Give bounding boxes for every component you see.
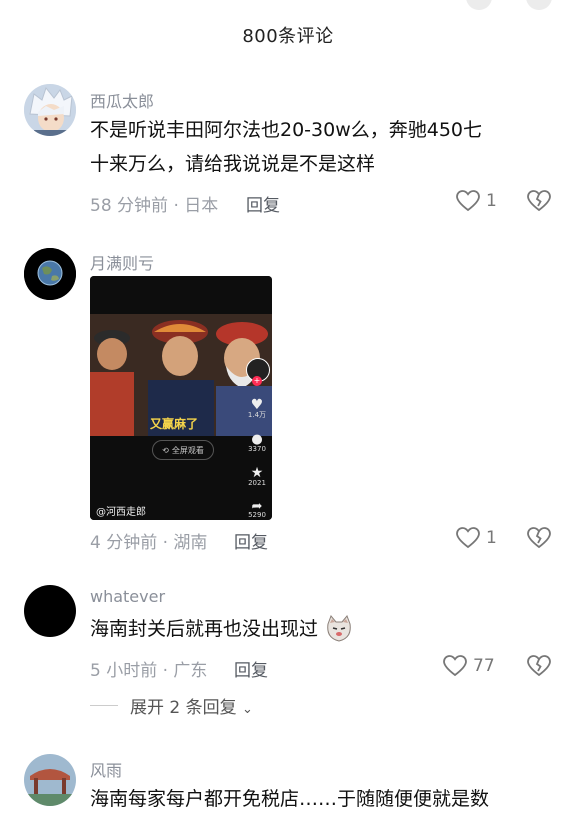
- like-button[interactable]: 1: [456, 527, 497, 549]
- comment-text-line: 不是听说丰田阿尔法也20-30w么，奔驰450七: [90, 119, 483, 141]
- heart-icon: [456, 527, 480, 549]
- comment-text-line: 十来万么，请给我说说是不是这样: [90, 153, 376, 175]
- broken-heart-icon: [527, 527, 551, 549]
- video-like-count: 1.4万: [247, 411, 267, 419]
- dislike-button[interactable]: [527, 527, 551, 553]
- expand-divider: [90, 705, 118, 706]
- anime-avatar-icon: [24, 84, 76, 136]
- heart-icon: [456, 190, 480, 212]
- video-comment-count: 3370: [248, 445, 266, 453]
- reply-button[interactable]: 回复: [234, 528, 268, 553]
- comment-username[interactable]: whatever: [90, 587, 165, 606]
- video-share-count: 5290: [248, 511, 266, 519]
- follow-plus-icon[interactable]: +: [252, 376, 262, 386]
- like-button[interactable]: 77: [443, 655, 495, 677]
- avatar[interactable]: [24, 754, 76, 806]
- top-partial-button: [526, 0, 552, 10]
- fullscreen-label: 全屏观看: [171, 445, 204, 455]
- expand-replies-label: 展开 2 条回复: [130, 698, 237, 718]
- video-overlay-caption: 又赢麻了: [150, 417, 199, 431]
- dislike-button[interactable]: [527, 655, 551, 681]
- comment-username[interactable]: 风雨: [90, 757, 122, 781]
- dislike-button[interactable]: [527, 190, 551, 216]
- video-thumbnail[interactable]: 又赢麻了 ⟲ 全屏观看 @河西走郎 + ♥ 1.4万 ● 3370 ★ 2021…: [90, 276, 272, 520]
- comment-text: 海南封关后就再也没出现过: [90, 612, 354, 646]
- expand-replies-button[interactable]: 展开 2 条回复 ⌄: [130, 693, 253, 718]
- broken-heart-icon: [527, 655, 551, 677]
- cat-emoji-icon: [327, 615, 351, 642]
- comment-text: 海南每家每户都开免税店……于随随便便就是数: [90, 788, 490, 810]
- like-count: 77: [473, 656, 495, 676]
- comment-meta: 5 小时前 · 广东: [90, 661, 208, 681]
- video-watermark: @河西走郎: [96, 507, 146, 518]
- reply-button[interactable]: 回复: [234, 656, 268, 681]
- comment-username[interactable]: 月满则亏: [90, 250, 154, 274]
- avatar[interactable]: [24, 84, 76, 136]
- rotate-icon: ⟲: [162, 445, 169, 455]
- top-partial-button: [466, 0, 492, 10]
- chevron-down-icon: ⌄: [242, 702, 253, 717]
- avatar[interactable]: [24, 585, 76, 637]
- avatar[interactable]: [24, 248, 76, 300]
- comment-count-title: 800条评论: [242, 26, 334, 47]
- fullscreen-button[interactable]: ⟲ 全屏观看: [152, 440, 214, 460]
- comment-meta: 58 分钟前 · 日本: [90, 196, 219, 216]
- like-count: 1: [486, 528, 497, 548]
- landscape-avatar-icon: [24, 754, 76, 806]
- video-favorite-count: 2021: [248, 479, 266, 487]
- comment-text-content: 海南封关后就再也没出现过: [90, 618, 319, 640]
- comment-username[interactable]: 西瓜太郎: [90, 88, 154, 112]
- like-count: 1: [486, 191, 497, 211]
- earth-avatar-icon: [24, 248, 76, 300]
- reply-button[interactable]: 回复: [246, 191, 280, 216]
- heart-icon: [443, 655, 467, 677]
- comment-text: 不是听说丰田阿尔法也20-30w么，奔驰450七 十来万么，请给我说说是不是这样: [90, 113, 560, 181]
- like-button[interactable]: 1: [456, 190, 497, 212]
- comment-meta: 4 分钟前 · 湖南: [90, 533, 208, 553]
- broken-heart-icon: [527, 190, 551, 212]
